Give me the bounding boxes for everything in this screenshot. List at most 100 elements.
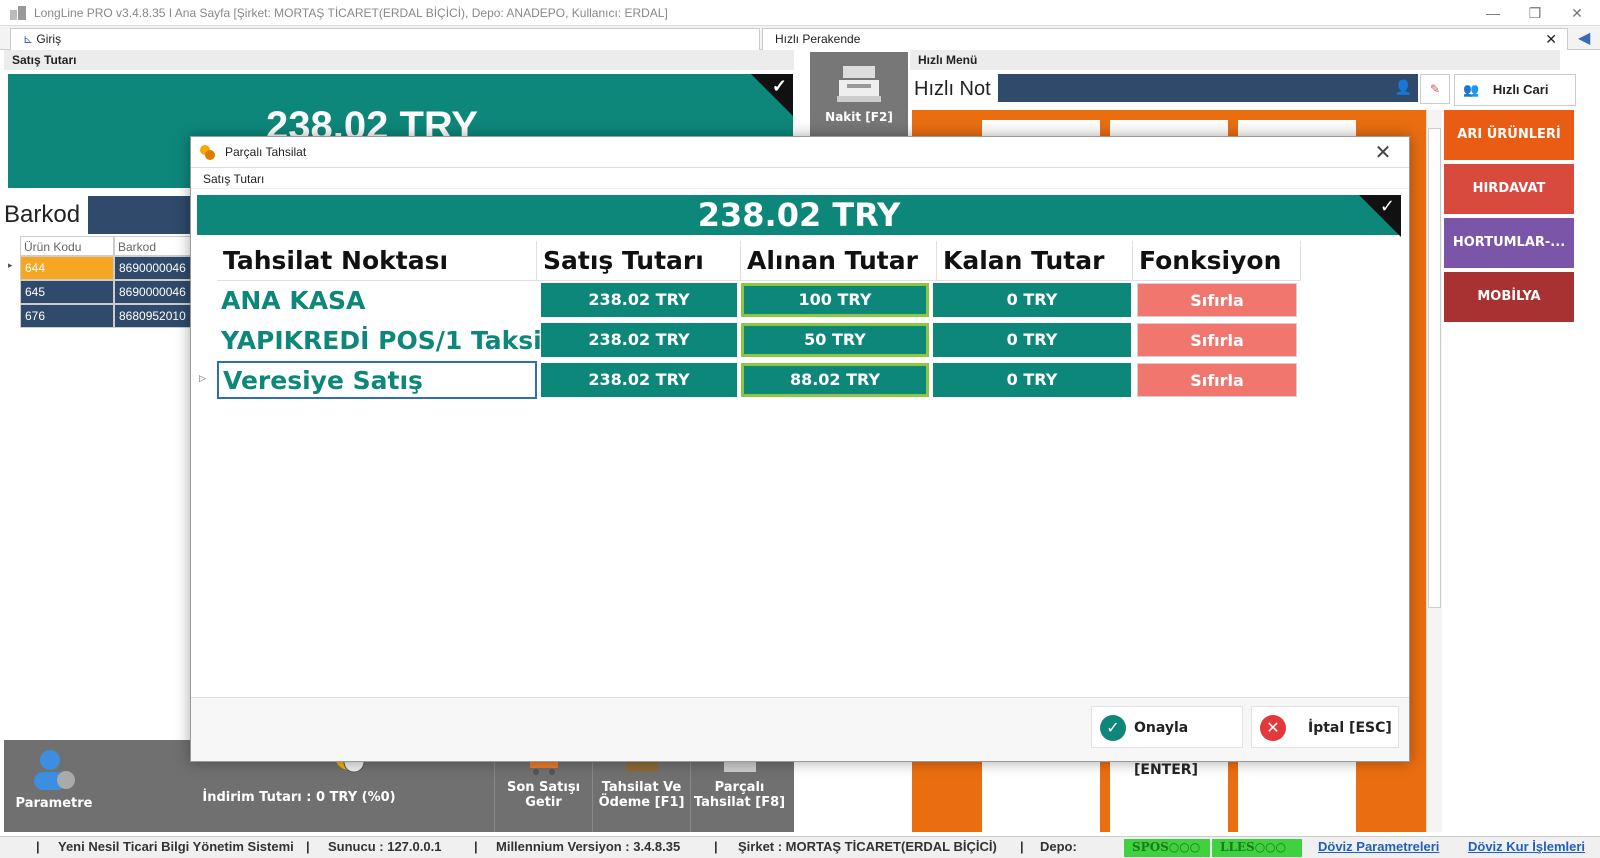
status-separator: |	[474, 839, 478, 854]
check-icon: ✓	[1379, 196, 1395, 217]
cash-register-icon	[837, 64, 881, 104]
tab-label: Giriş	[36, 32, 62, 46]
lles-indicator: LLES○○○	[1212, 839, 1302, 857]
row-indicator-icon: ▷	[199, 373, 206, 383]
minimize-button[interactable]: —	[1478, 4, 1508, 22]
indirim-tutari: İndirim Tutarı : 0 TRY (%0)	[202, 790, 396, 805]
category-mobilya[interactable]: MOBİLYA	[1444, 272, 1574, 322]
column-header-kalan-tutar: Kalan Tutar	[937, 241, 1133, 281]
status-sirket: Şirket : MORTAŞ TİCARET(ERDAL BİÇİCİ)	[738, 839, 997, 854]
product-grid: Ürün Kodu Barkod ▸ 644 8690000046 645 86…	[4, 236, 194, 716]
row-yapikredi-kalan: 0 TRY	[933, 323, 1131, 357]
section-satis-tutari: Satış Tutarı	[4, 50, 794, 70]
row-veresiye-satis: 238.02 TRY	[541, 363, 737, 397]
spos-indicator: SPOS○○○	[1124, 839, 1210, 857]
column-header-tahsilat-noktasi: Tahsilat Noktası	[217, 241, 537, 281]
status-bar: | Yeni Nesil Ticari Bilgi Yönetim Sistem…	[0, 836, 1600, 858]
status-depo: Depo:	[1040, 839, 1077, 854]
close-window-button[interactable]: ✕	[1562, 4, 1592, 22]
status-system: Yeni Nesil Ticari Bilgi Yönetim Sistemi	[58, 839, 294, 854]
nakit-button[interactable]: Nakit [F2]	[810, 52, 908, 136]
tab-bar: ⊾ Giriş Hızlı Perakende ✕ ◀	[0, 26, 1600, 50]
category-label: HORTUMLAR-...	[1452, 235, 1566, 250]
category-hirdavat[interactable]: HIRDAVAT	[1444, 164, 1574, 214]
window-title: LongLine PRO v3.4.8.35 I Ana Sayfa [Şirk…	[34, 6, 668, 20]
onayla-button[interactable]: ✓ Onayla [ENTER]	[1091, 706, 1243, 778]
column-header-satis-tutari: Satış Tutarı	[537, 241, 741, 281]
column-header-fonksiyon: Fonksiyon	[1133, 241, 1301, 281]
table-row-cell[interactable]: 8680952010	[114, 304, 194, 328]
dialog-subtitle: Satış Tutarı	[191, 167, 1409, 189]
tab-close-button[interactable]: ✕	[1545, 31, 1557, 48]
row-veresiye-kalan: 0 TRY	[933, 363, 1131, 397]
table-row-cell[interactable]: 645	[20, 280, 114, 304]
grid-header-code: Ürün Kodu	[20, 236, 114, 256]
status-sunucu: Sunucu : 127.0.0.1	[328, 839, 442, 854]
row-veresiye-alinan-input[interactable]: 88.02 TRY	[741, 363, 929, 397]
category-label: ARI ÜRÜNLERİ	[1457, 127, 1561, 142]
nakit-label: Nakit [F2]	[825, 110, 893, 124]
hizli-not-label: Hızlı Not	[914, 74, 998, 104]
parcali-label: Parçalı Tahsilat [F8]	[693, 780, 786, 810]
status-separator: |	[36, 839, 40, 854]
maximize-button[interactable]: ❐	[1520, 4, 1550, 22]
dialog-close-button[interactable]: ✕	[1371, 141, 1395, 165]
son-satisi-label: Son Satışı Getir	[506, 780, 581, 810]
tab-giris[interactable]: ⊾ Giriş	[10, 28, 760, 50]
row-ana-kasa-sifirla-button[interactable]: Sıfırla	[1137, 283, 1297, 317]
check-icon: ✓	[771, 76, 787, 96]
coins-icon	[199, 144, 215, 160]
doviz-kur-islemleri-link[interactable]: Döviz Kur İşlemleri	[1468, 839, 1585, 854]
row-yapikredi-sifirla-button[interactable]: Sıfırla	[1137, 323, 1297, 357]
iptal-button[interactable]: ✕ İptal [ESC]	[1251, 706, 1399, 748]
table-row-cell[interactable]: 8690000046	[114, 256, 194, 280]
status-separator: |	[714, 839, 718, 854]
app-icon	[10, 6, 26, 20]
collapse-arrow-icon[interactable]: ◀	[1578, 28, 1596, 48]
dialog-amount-display: 238.02 TRY ✓	[197, 195, 1401, 237]
user-settings-icon	[30, 748, 78, 792]
table-row-cell[interactable]: 8690000046	[114, 280, 194, 304]
table-row-cell[interactable]: 676	[20, 304, 114, 328]
status-versiyon: Millennium Versiyon : 3.4.8.35	[496, 839, 681, 854]
row-veresiye-name[interactable]: Veresiye Satış	[217, 361, 537, 399]
row-yapikredi-satis: 238.02 TRY	[541, 323, 737, 357]
vertical-scrollbar[interactable]	[1426, 110, 1442, 832]
status-separator: |	[1020, 839, 1024, 854]
iptal-label: İptal [ESC]	[1308, 720, 1392, 736]
tab-hizli-perakende[interactable]: Hızlı Perakende ✕	[762, 28, 1568, 50]
scrollbar-thumb[interactable]	[1428, 128, 1441, 608]
hizli-not-input[interactable]: 👤	[998, 74, 1418, 102]
check-circle-icon: ✓	[1100, 715, 1126, 741]
row-indicator-icon: ▸	[8, 260, 13, 270]
row-veresiye-sifirla-button[interactable]: Sıfırla	[1137, 363, 1297, 397]
tab-label: Hızlı Perakende	[775, 32, 861, 46]
category-hortumlar[interactable]: HORTUMLAR-...	[1444, 218, 1574, 268]
parametre-label: Parametre	[15, 796, 93, 811]
dialog-amount: 238.02 TRY	[697, 196, 901, 234]
users-icon: 👥	[1463, 82, 1480, 97]
table-row-cell[interactable]: 644	[20, 256, 114, 280]
chart-icon: ⊾	[23, 32, 34, 46]
user-icon: 👤	[1394, 79, 1412, 95]
hizli-cari-label: Hızlı Cari	[1492, 82, 1549, 97]
category-ari-urunleri[interactable]: ARI ÜRÜNLERİ	[1444, 110, 1574, 160]
user-edit-icon[interactable]: ✎	[1420, 74, 1450, 104]
status-separator: |	[306, 839, 310, 854]
parametre-button[interactable]: Parametre	[4, 740, 104, 832]
product-slot[interactable]	[982, 760, 1100, 832]
doviz-parametreleri-link[interactable]: Döviz Parametreleri	[1318, 839, 1439, 854]
row-ana-kasa-alinan-input[interactable]: 100 TRY	[741, 283, 929, 317]
category-label: MOBİLYA	[1477, 289, 1541, 304]
row-yapikredi-name: YAPIKREDİ POS/1 Taksit	[221, 326, 554, 355]
grid-header-barkod: Barkod	[114, 236, 194, 256]
product-slot[interactable]	[1238, 760, 1356, 832]
hizli-cari-button[interactable]: 👥 Hızlı Cari	[1454, 74, 1576, 106]
dialog-title: Parçalı Tahsilat	[225, 145, 307, 159]
barkod-input[interactable]	[88, 196, 198, 234]
tahsilat-label: Tahsilat Ve Ödeme [F1]	[598, 780, 685, 810]
row-yapikredi-alinan-input[interactable]: 50 TRY	[741, 323, 929, 357]
parcali-tahsilat-dialog: Parçalı Tahsilat ✕ Satış Tutarı 238.02 T…	[190, 136, 1410, 778]
row-ana-kasa-satis: 238.02 TRY	[541, 283, 737, 317]
row-ana-kasa-kalan: 0 TRY	[933, 283, 1131, 317]
